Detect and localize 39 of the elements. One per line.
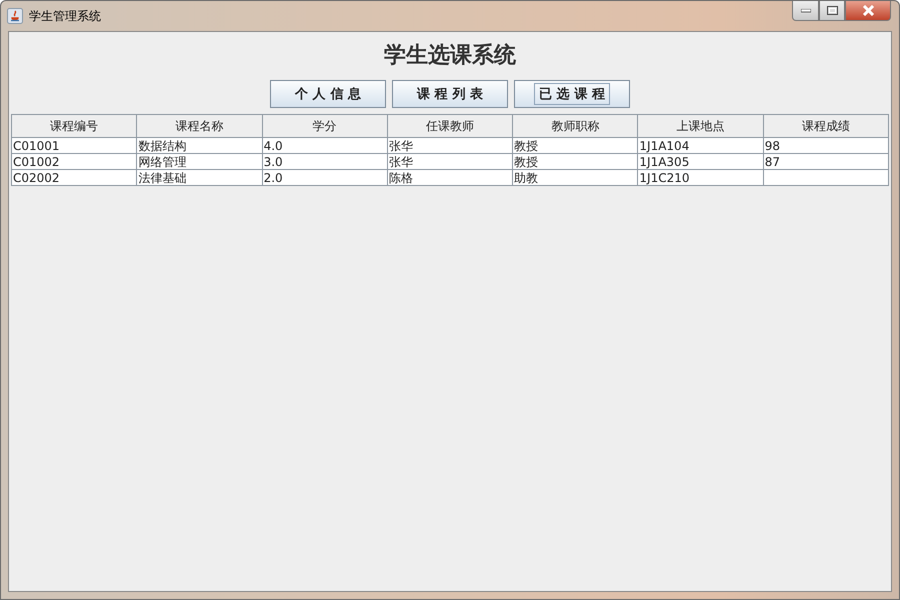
close-button[interactable] xyxy=(845,1,891,21)
page-heading: 学生选课系统 xyxy=(384,41,516,70)
table-cell: 4.0 xyxy=(262,138,388,154)
column-header[interactable]: 课程编号 xyxy=(12,114,137,138)
table-cell: 助教 xyxy=(512,170,638,186)
table-cell: 1J1A305 xyxy=(638,154,764,170)
close-icon xyxy=(862,5,874,16)
column-header[interactable]: 上课地点 xyxy=(638,114,764,138)
column-header[interactable]: 学分 xyxy=(262,114,388,138)
maximize-icon xyxy=(826,6,838,15)
column-header[interactable]: 任课教师 xyxy=(387,114,513,138)
minimize-button[interactable] xyxy=(792,1,819,21)
table-cell: 教授 xyxy=(512,154,638,170)
column-header[interactable]: 教师职称 xyxy=(512,114,638,138)
table-cell: 87 xyxy=(763,154,888,170)
table-cell: 1J1C210 xyxy=(638,170,764,186)
table-cell: C01001 xyxy=(12,138,137,154)
nav-button[interactable]: 已 选 课 程 xyxy=(514,80,630,108)
nav-button[interactable]: 课 程 列 表 xyxy=(392,80,508,108)
java-app-icon xyxy=(7,8,23,24)
column-header[interactable]: 课程成绩 xyxy=(763,114,888,138)
minimize-icon xyxy=(800,8,810,12)
table-cell: 3.0 xyxy=(262,154,388,170)
column-header[interactable]: 课程名称 xyxy=(136,114,262,138)
table-cell: C02002 xyxy=(12,170,137,186)
table-cell: 数据结构 xyxy=(136,138,262,154)
table-cell: 网络管理 xyxy=(136,154,262,170)
table-cell: 98 xyxy=(763,138,888,154)
table-cell: 1J1A104 xyxy=(638,138,764,154)
maximize-button[interactable] xyxy=(819,1,845,21)
table-cell: C01002 xyxy=(12,154,137,170)
table-cell: 法律基础 xyxy=(136,170,262,186)
nav-button[interactable]: 个 人 信 息 xyxy=(270,80,386,108)
table-cell: 张华 xyxy=(387,154,513,170)
table-cell: 张华 xyxy=(387,138,513,154)
window-title: 学生管理系统 xyxy=(29,8,101,24)
table-cell: 陈格 xyxy=(387,170,513,186)
table-cell: 2.0 xyxy=(262,170,388,186)
table-cell: 教授 xyxy=(512,138,638,154)
